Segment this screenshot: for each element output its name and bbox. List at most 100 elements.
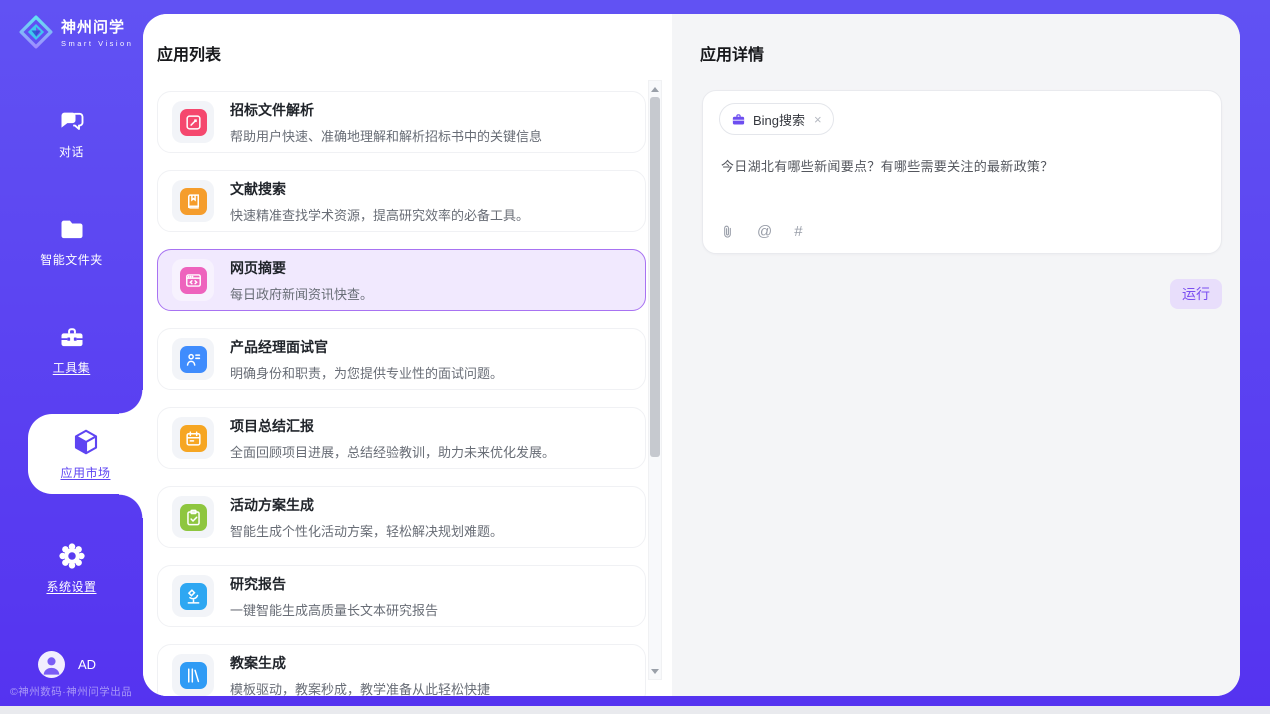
clipboard-check-icon — [180, 504, 207, 531]
tool-chip-bing-search[interactable]: Bing搜索 × — [719, 103, 834, 135]
sidebar-item-label: 工具集 — [53, 359, 91, 376]
sidebar-item-label: 智能文件夹 — [40, 251, 103, 268]
app-card-text: 文献搜索 快速精准查找学术资源，提高研究效率的必备工具。 — [230, 179, 529, 224]
calendar-note-icon — [180, 425, 207, 452]
app-card-event-plan[interactable]: 活动方案生成 智能生成个性化活动方案，轻松解决规划难题。 — [157, 486, 646, 548]
chat-icon — [58, 108, 86, 136]
brand-name: 神州问学 — [61, 16, 133, 37]
briefcase-icon — [731, 112, 746, 127]
app-card-desc: 全面回顾项目进展，总结经验教训，助力未来优化发展。 — [230, 442, 555, 461]
app-detail-panel: 应用详情 Bing搜索 × 今日湖北有哪些新闻要点？有哪些需要关注的最新政策？ — [672, 14, 1240, 696]
brand-text: 神州问学 Smart Vision — [61, 16, 133, 48]
mention-icon[interactable]: @ — [757, 223, 772, 240]
sidebar-item-chat[interactable]: 对话 — [0, 106, 143, 162]
app-list: 招标文件解析 帮助用户快速、准确地理解和解析招标书中的关键信息 文献搜索 — [157, 91, 646, 696]
app-card-text: 招标文件解析 帮助用户快速、准确地理解和解析招标书中的关键信息 — [230, 100, 542, 145]
run-button[interactable]: 运行 — [1170, 279, 1222, 309]
sidebar-item-smart-folder[interactable]: 智能文件夹 — [0, 214, 143, 270]
app-card-desc: 帮助用户快速、准确地理解和解析招标书中的关键信息 — [230, 126, 542, 145]
app-icon-tile — [172, 338, 214, 380]
app-card-title: 产品经理面试官 — [230, 337, 503, 357]
app-card-desc: 一键智能生成高质量长文本研究报告 — [230, 600, 438, 619]
app-card-web-summary[interactable]: 网页摘要 每日政府新闻资讯快查。 — [157, 249, 646, 311]
app-list-panel: 应用列表 招标文件解析 帮助用户快速、准确地理解和解析招标书中的关键信息 — [143, 14, 672, 696]
content-area: 应用列表 招标文件解析 帮助用户快速、准确地理解和解析招标书中的关键信息 — [143, 14, 1240, 696]
query-card: Bing搜索 × 今日湖北有哪些新闻要点？有哪些需要关注的最新政策？ @ # — [702, 90, 1222, 254]
microscope-icon — [180, 583, 207, 610]
app-card-desc: 每日政府新闻资讯快查。 — [230, 284, 373, 303]
app-frame: 神州问学 Smart Vision 对话 智能文件夹 — [0, 0, 1270, 706]
app-icon-tile — [172, 575, 214, 617]
person-icon — [38, 651, 65, 678]
book-icon — [180, 188, 207, 215]
user-profile[interactable]: AD — [38, 651, 96, 678]
app-card-desc: 模板驱动，教案秒成，教学准备从此轻松快捷 — [230, 679, 490, 697]
triangle-up-icon — [651, 87, 659, 92]
brand-tagline: Smart Vision — [61, 39, 133, 48]
cube-icon — [71, 427, 101, 457]
app-card-text: 产品经理面试官 明确身份和职责，为您提供专业性的面试问题。 — [230, 337, 503, 382]
triangle-down-icon — [651, 669, 659, 674]
app-list-title: 应用列表 — [157, 41, 672, 65]
app-card-desc: 明确身份和职责，为您提供专业性的面试问题。 — [230, 363, 503, 382]
sidebar-item-toolset[interactable]: 工具集 — [0, 322, 143, 378]
folder-icon — [58, 216, 86, 244]
brand-diamond-icon — [18, 14, 54, 50]
query-text[interactable]: 今日湖北有哪些新闻要点？有哪些需要关注的最新政策？ — [721, 156, 1203, 175]
app-icon-tile — [172, 180, 214, 222]
app-card-title: 项目总结汇报 — [230, 416, 555, 436]
chip-close-icon[interactable]: × — [814, 113, 822, 126]
pen-square-icon — [180, 109, 207, 136]
scrollbar[interactable] — [648, 80, 662, 680]
app-icon-tile — [172, 496, 214, 538]
app-card-text: 项目总结汇报 全面回顾项目进展，总结经验教训，助力未来优化发展。 — [230, 416, 555, 461]
browser-code-icon — [180, 267, 207, 294]
app-card-bid-parse[interactable]: 招标文件解析 帮助用户快速、准确地理解和解析招标书中的关键信息 — [157, 91, 646, 153]
app-card-title: 文献搜索 — [230, 179, 529, 199]
app-card-text: 教案生成 模板驱动，教案秒成，教学准备从此轻松快捷 — [230, 653, 490, 697]
books-icon — [180, 662, 207, 689]
app-card-desc: 快速精准查找学术资源，提高研究效率的必备工具。 — [230, 205, 529, 224]
gear-icon — [57, 541, 87, 571]
app-icon-tile — [172, 417, 214, 459]
app-card-research-report[interactable]: 研究报告 一键智能生成高质量长文本研究报告 — [157, 565, 646, 627]
app-card-text: 研究报告 一键智能生成高质量长文本研究报告 — [230, 574, 438, 619]
paperclip-icon[interactable] — [720, 223, 735, 240]
app-card-title: 招标文件解析 — [230, 100, 542, 120]
app-detail-title: 应用详情 — [700, 41, 1240, 65]
sidebar-item-label: 应用市场 — [60, 464, 110, 481]
avatar — [38, 651, 65, 678]
sidebar-nav: 对话 智能文件夹 工具集 — [0, 106, 143, 596]
sidebar-item-label: 对话 — [59, 143, 84, 160]
app-card-project-summary[interactable]: 项目总结汇报 全面回顾项目进展，总结经验教训，助力未来优化发展。 — [157, 407, 646, 469]
app-card-text: 活动方案生成 智能生成个性化活动方案，轻松解决规划难题。 — [230, 495, 503, 540]
app-card-title: 教案生成 — [230, 653, 490, 673]
scroll-up-button[interactable] — [649, 82, 661, 96]
app-card-desc: 智能生成个性化活动方案，轻松解决规划难题。 — [230, 521, 503, 540]
app-card-title: 网页摘要 — [230, 258, 373, 278]
sidebar-item-settings[interactable]: 系统设置 — [0, 540, 143, 596]
chip-label: Bing搜索 — [753, 110, 805, 129]
app-card-lesson-plan[interactable]: 教案生成 模板驱动，教案秒成，教学准备从此轻松快捷 — [157, 644, 646, 696]
app-icon-tile — [172, 101, 214, 143]
sidebar-item-app-market[interactable]: 应用市场 — [28, 414, 143, 494]
hashtag-icon[interactable]: # — [794, 223, 802, 240]
scrollbar-thumb[interactable] — [650, 97, 660, 457]
copyright: ©神州数码·神州问学出品 — [10, 684, 132, 699]
interviewer-icon — [180, 346, 207, 373]
run-row: 运行 — [672, 254, 1240, 309]
toolbox-icon — [58, 324, 86, 352]
user-name: AD — [78, 657, 96, 672]
sidebar: 神州问学 Smart Vision 对话 智能文件夹 — [0, 0, 143, 706]
app-card-text: 网页摘要 每日政府新闻资讯快查。 — [230, 258, 373, 303]
app-card-literature-search[interactable]: 文献搜索 快速精准查找学术资源，提高研究效率的必备工具。 — [157, 170, 646, 232]
app-card-title: 活动方案生成 — [230, 495, 503, 515]
app-icon-tile — [172, 259, 214, 301]
app-card-title: 研究报告 — [230, 574, 438, 594]
brand-logo: 神州问学 Smart Vision — [0, 0, 143, 50]
app-card-pm-interviewer[interactable]: 产品经理面试官 明确身份和职责，为您提供专业性的面试问题。 — [157, 328, 646, 390]
sidebar-item-label: 系统设置 — [46, 578, 96, 595]
attachment-toolbar: @ # — [720, 223, 803, 240]
scroll-down-button[interactable] — [649, 664, 661, 678]
app-icon-tile — [172, 654, 214, 696]
